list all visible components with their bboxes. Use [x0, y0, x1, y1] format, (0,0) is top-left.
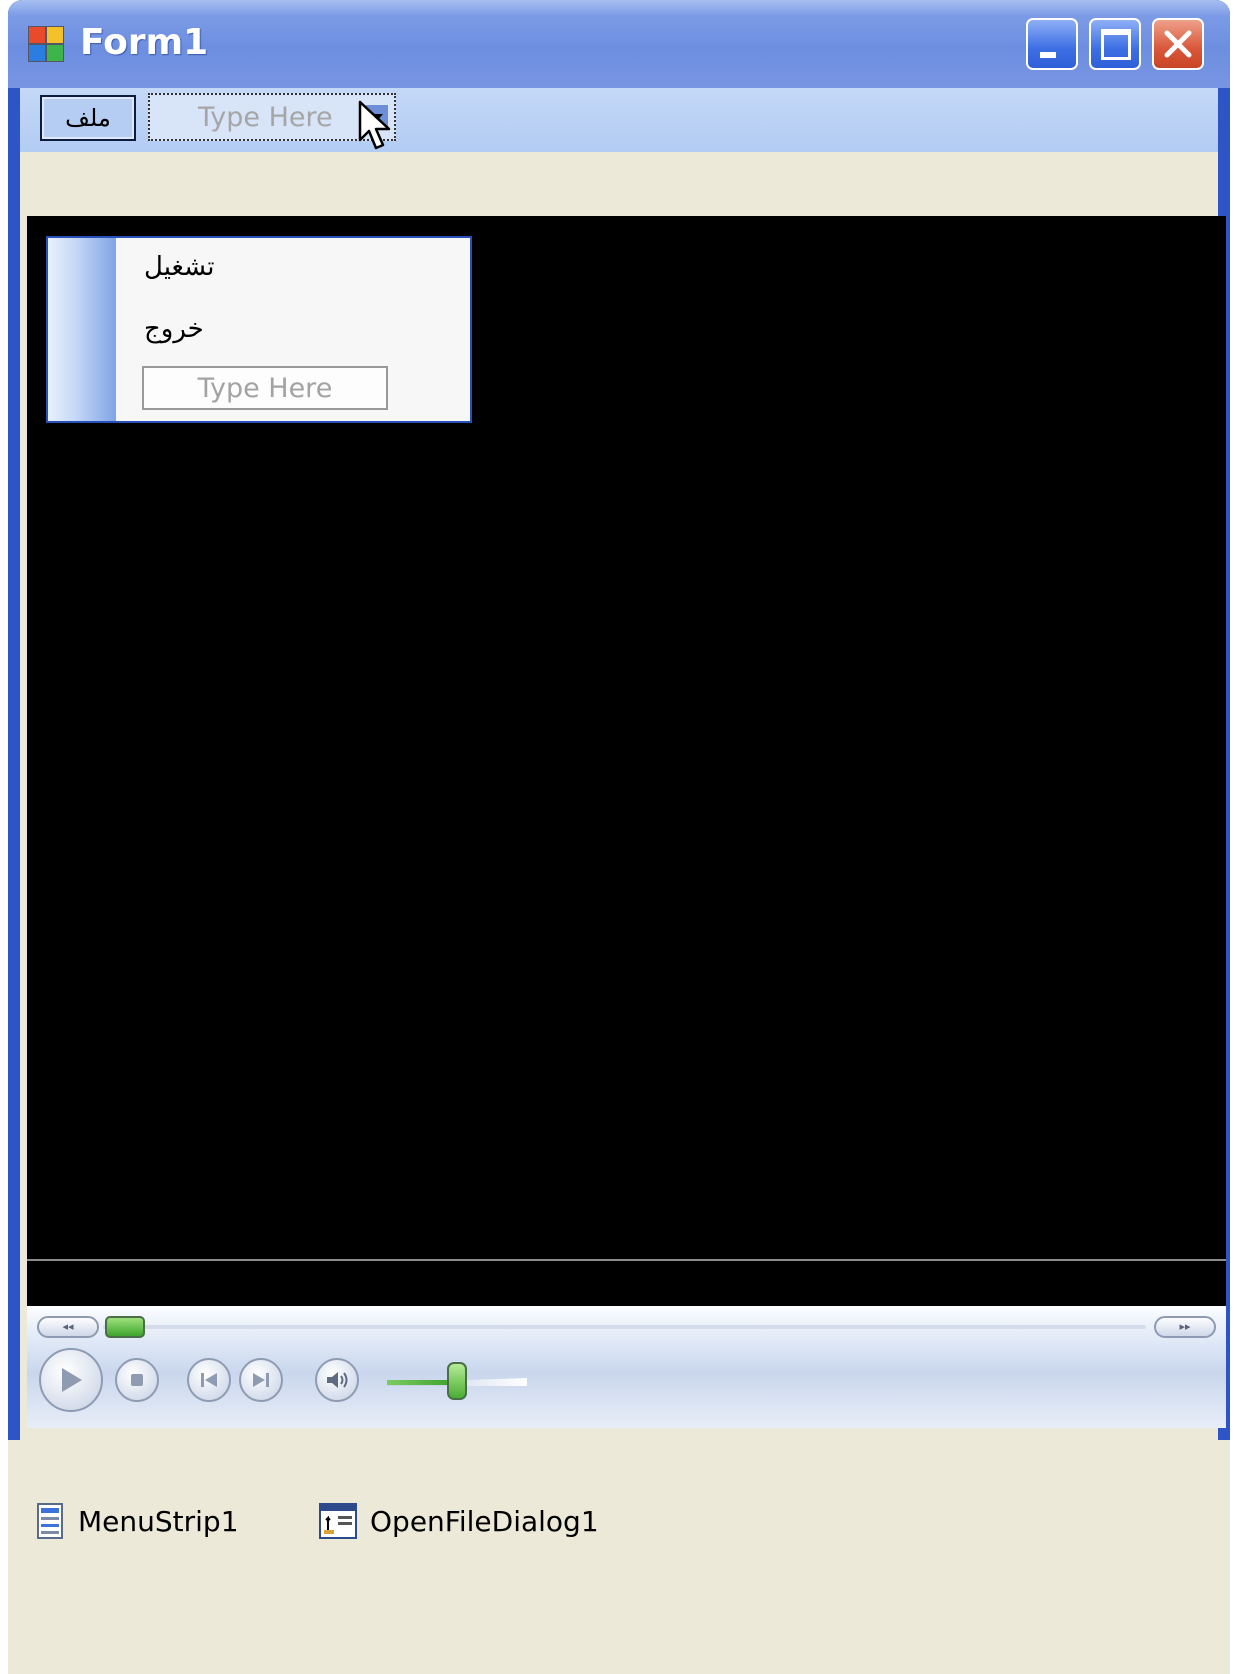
- previous-icon: [201, 1373, 217, 1387]
- play-icon: [62, 1368, 82, 1392]
- tray-item-menustrip-label: MenuStrip1: [78, 1504, 239, 1538]
- seek-thumb[interactable]: [105, 1316, 145, 1338]
- maximize-button[interactable]: [1089, 18, 1141, 70]
- previous-button[interactable]: [187, 1358, 231, 1402]
- mute-button[interactable]: [315, 1358, 359, 1402]
- minimize-button[interactable]: [1026, 18, 1078, 70]
- rewind-button[interactable]: ◂◂: [37, 1316, 99, 1338]
- menu-item-file[interactable]: ملف: [40, 95, 136, 141]
- menu-item-run[interactable]: تشغيل: [144, 252, 215, 282]
- seek-track: [103, 1325, 1146, 1329]
- dropdown-image-margin: [48, 238, 116, 421]
- mute-icon: [327, 1372, 348, 1388]
- tray-item-menustrip[interactable]: MenuStrip1: [36, 1502, 239, 1540]
- stop-icon: [131, 1374, 143, 1386]
- fast-forward-button[interactable]: ▸▸: [1154, 1316, 1216, 1338]
- dropdown-type-here-box[interactable]: Type Here: [142, 366, 388, 410]
- component-tray: MenuStrip1 OpenFileDialog1: [8, 1440, 1230, 1674]
- player-controls: ◂◂ ▸▸: [27, 1306, 1226, 1428]
- menu-strip: ملف Type Here: [20, 88, 1218, 152]
- menu-item-exit[interactable]: خروج: [144, 314, 204, 344]
- close-icon: [1164, 30, 1192, 58]
- tray-item-openfiledialog-label: OpenFileDialog1: [370, 1504, 599, 1538]
- menu-type-here-label: Type Here: [198, 101, 333, 133]
- file-menu-dropdown: تشغيل خروج Type Here: [46, 236, 472, 423]
- form-client-area: ملف Type Here تشغيل خروج Type Here ◂◂ ▸▸: [20, 88, 1226, 1440]
- toolstrip-area: [20, 152, 1218, 216]
- dropdown-type-here-label: Type Here: [197, 372, 333, 404]
- openfiledialog-icon: [319, 1503, 357, 1539]
- seek-bar[interactable]: ◂◂ ▸▸: [37, 1316, 1216, 1338]
- play-button[interactable]: [39, 1348, 103, 1412]
- title-bar[interactable]: Form1: [8, 0, 1230, 88]
- next-icon: [253, 1373, 269, 1387]
- tray-item-openfiledialog[interactable]: OpenFileDialog1: [318, 1502, 599, 1540]
- form-window: Form1 ملف Type Here تشغيل خروج Type Here: [8, 0, 1230, 1440]
- stop-button[interactable]: [115, 1358, 159, 1402]
- next-button[interactable]: [239, 1358, 283, 1402]
- close-button[interactable]: [1152, 18, 1204, 70]
- app-icon: [28, 26, 64, 62]
- menustrip-icon: [37, 1503, 63, 1539]
- volume-slider-thumb[interactable]: [447, 1362, 467, 1400]
- player-divider: [27, 1259, 1226, 1261]
- window-title: Form1: [80, 22, 209, 63]
- mouse-cursor-icon: [358, 100, 391, 150]
- menu-item-file-label: ملف: [65, 104, 111, 132]
